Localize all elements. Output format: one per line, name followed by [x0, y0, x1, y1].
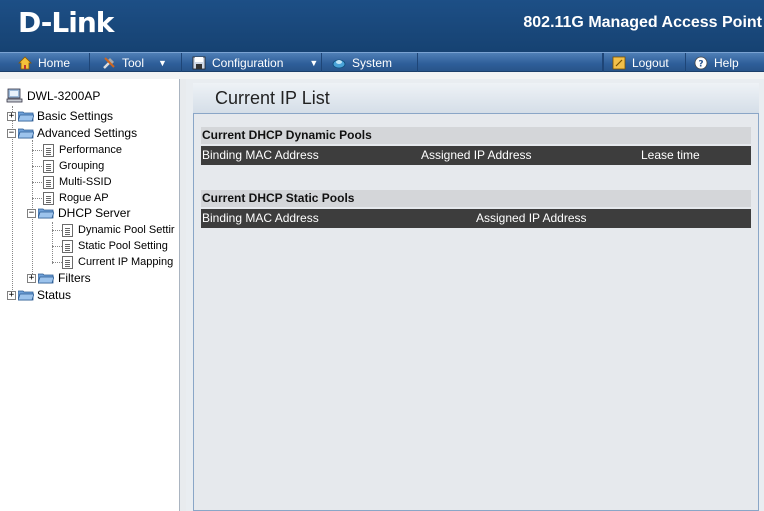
tree-item-label: Basic Settings — [37, 109, 114, 123]
tree-item-label: Rogue AP — [59, 192, 109, 204]
expand-icon[interactable]: + — [27, 273, 36, 283]
tree-root-label: DWL-3200AP — [27, 89, 101, 103]
tree-item-label: Current IP Mapping — [78, 256, 174, 268]
column-header: Binding MAC Address — [202, 211, 319, 225]
tree-item-static-pool[interactable]: Static Pool Setting — [62, 238, 168, 254]
folder-icon — [17, 110, 35, 122]
tree-line — [52, 230, 62, 231]
tree-item-basic-settings[interactable]: + Basic Settings — [7, 108, 113, 124]
menu-system[interactable]: System — [322, 53, 418, 72]
tree-item-label: Grouping — [59, 160, 105, 172]
tree-item-advanced-settings[interactable]: − Advanced Settings — [7, 125, 137, 141]
page-icon — [43, 143, 54, 157]
svg-text:?: ? — [698, 59, 703, 69]
expand-icon[interactable]: + — [7, 290, 16, 300]
logout-icon — [612, 56, 626, 70]
tree-item-rogue-ap[interactable]: Rogue AP — [43, 190, 109, 206]
column-header: Lease time — [641, 148, 700, 162]
dynamic-pools-heading: Current DHCP Dynamic Pools — [201, 127, 751, 144]
home-icon — [18, 55, 32, 70]
column-header: Assigned IP Address — [476, 211, 587, 225]
tree-item-label: Status — [37, 288, 72, 302]
tree-item-label: Dynamic Pool Settir — [78, 224, 175, 236]
tree-line — [52, 222, 53, 264]
dynamic-pools-table-header: Binding MAC Address Assigned IP Address … — [201, 146, 751, 165]
tree-item-dhcp-server[interactable]: − DHCP Server — [27, 205, 130, 221]
chevron-down-icon: ▼ — [158, 57, 167, 68]
tool-icon — [102, 56, 116, 70]
tree-line — [32, 182, 42, 183]
tree-line — [32, 166, 42, 167]
static-pools-table-header: Binding MAC Address Assigned IP Address — [201, 209, 751, 228]
menu-home[interactable]: Home — [0, 53, 90, 72]
page-icon — [62, 223, 73, 237]
tree-line — [32, 198, 42, 199]
computer-icon — [6, 88, 24, 104]
page-icon — [43, 159, 54, 173]
column-header: Binding MAC Address — [202, 148, 319, 162]
page-icon — [62, 255, 73, 269]
folder-open-icon — [17, 127, 35, 139]
page-icon — [62, 239, 73, 253]
column-header: Assigned IP Address — [421, 148, 532, 162]
tree-item-label: Advanced Settings — [37, 126, 138, 140]
tree-item-label: Multi-SSID — [59, 176, 112, 188]
expand-icon[interactable]: + — [7, 111, 16, 121]
system-icon — [332, 56, 346, 70]
tree-line — [52, 246, 62, 247]
menu-help[interactable]: ? Help — [686, 53, 764, 72]
tree-line — [32, 150, 42, 151]
tree-root[interactable]: DWL-3200AP — [6, 88, 100, 104]
chevron-down-icon: ▼ — [309, 57, 319, 68]
tree-item-label: Static Pool Setting — [78, 240, 168, 252]
toolbar-divider — [0, 72, 764, 79]
page-icon — [43, 175, 54, 189]
tree-item-filters[interactable]: + Filters — [27, 270, 91, 286]
app-header: D-Link 802.11G Managed Access Point — [0, 0, 764, 52]
tree-item-label: DHCP Server — [58, 206, 131, 220]
collapse-icon[interactable]: − — [7, 128, 16, 138]
product-title: 802.11G Managed Access Point — [523, 14, 762, 31]
tree-item-label: Performance — [59, 144, 122, 156]
menu-configuration[interactable]: Configuration ▼ — [182, 53, 322, 72]
tree-item-current-ip-mapping[interactable]: Current IP Mapping — [62, 254, 173, 270]
page-title: Current IP List — [215, 88, 330, 108]
menu-spacer — [418, 53, 603, 72]
tree-item-grouping[interactable]: Grouping — [43, 158, 104, 174]
floppy-icon — [192, 56, 206, 70]
static-pools-heading: Current DHCP Static Pools — [201, 190, 751, 207]
menu-tool[interactable]: Tool ▼ — [90, 53, 182, 72]
dlink-logo: D-Link — [18, 6, 114, 39]
tree-item-status[interactable]: + Status — [7, 287, 71, 303]
tree-line — [52, 262, 62, 263]
folder-icon — [17, 289, 35, 301]
tree-item-label: Filters — [58, 271, 91, 285]
page-icon — [43, 191, 54, 205]
folder-icon — [37, 272, 55, 284]
collapse-icon[interactable]: − — [27, 208, 36, 218]
tree-item-performance[interactable]: Performance — [43, 142, 122, 158]
tree-item-dynamic-pool[interactable]: Dynamic Pool Settir — [62, 222, 175, 238]
help-icon: ? — [694, 56, 708, 70]
menubar: Home Tool ▼ Configuration ▼ System Logou… — [0, 52, 764, 72]
tree-item-multi-ssid[interactable]: Multi-SSID — [43, 174, 112, 190]
panel-header: Current IP List — [193, 83, 759, 114]
menu-logout[interactable]: Logout — [603, 53, 686, 72]
folder-open-icon — [37, 207, 55, 219]
